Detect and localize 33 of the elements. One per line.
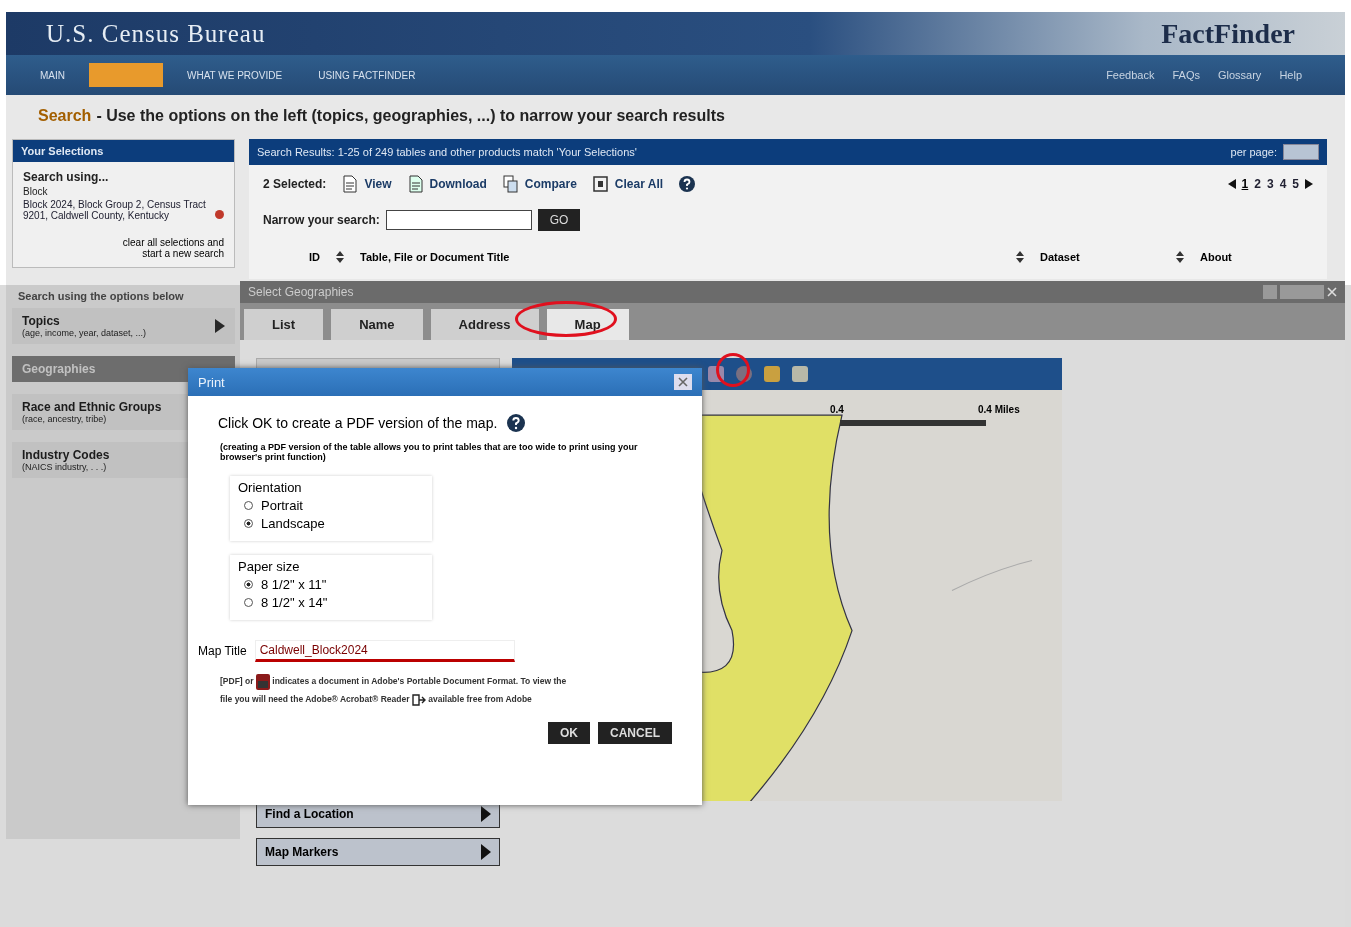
- sidebar-item-hint: (race, ancestry, tribe): [22, 414, 108, 424]
- option-label: Landscape: [261, 516, 325, 531]
- window-title: Select Geographies: [248, 285, 354, 299]
- selected-count: 2 Selected:: [263, 177, 327, 191]
- sidebar-item-hint: (age, income, year, dataset, ...): [22, 328, 147, 338]
- selection-type: Block: [23, 186, 49, 197]
- sidebar-item-label: Industry Codes: [22, 448, 110, 462]
- sidebar-item-label: Geographies: [22, 362, 96, 376]
- option-label: 8 1/2" x 11": [261, 577, 327, 592]
- panel-title: Your Selections: [13, 140, 234, 162]
- heading-text: - Use the options on the left (topics, geographies, ...) to narrow your search results: [96, 107, 725, 125]
- sidebar-item-label: Race and Ethnic Groups: [22, 400, 162, 414]
- field-label: Map Title: [198, 644, 247, 658]
- selections-subtitle: Search using...: [23, 170, 110, 184]
- option-label: Portrait: [261, 498, 303, 513]
- sidebar-title: Search using the options below: [17, 289, 185, 304]
- selection-value: Block 2024, Block Group 2, Census Tract 9201, Caldwell County, Kentucky: [23, 199, 207, 221]
- group-label: Orientation: [238, 480, 303, 495]
- results-title: Search Results: 1-25 of 249 tables and other products match 'Your Selections': [257, 146, 637, 158]
- pdf-note: file you will need the Adobe® Acrobat® Reader: [220, 694, 410, 704]
- group-label: Paper size: [238, 559, 301, 574]
- site-title: U.S. Census Bureau: [46, 19, 266, 48]
- pdf-note: available free from Adobe: [428, 694, 532, 704]
- sidebar-item-label: Topics: [22, 314, 61, 328]
- narrow-label: Narrow your search:: [263, 213, 380, 227]
- per-page-label: per page:: [1230, 146, 1277, 158]
- pdf-note: [PDF] or: [220, 676, 254, 686]
- sidebar-item-hint: (NAICS industry, . . .): [22, 462, 108, 472]
- heading-label: Search: [38, 107, 92, 125]
- scale-label: 0.4 Miles: [978, 404, 1020, 415]
- option-label: 8 1/2" x 14": [261, 595, 328, 610]
- pdf-note: indicates a document in Adobe's Portable Document Format. To view the: [272, 676, 567, 686]
- scale-label: 0.4: [830, 404, 844, 415]
